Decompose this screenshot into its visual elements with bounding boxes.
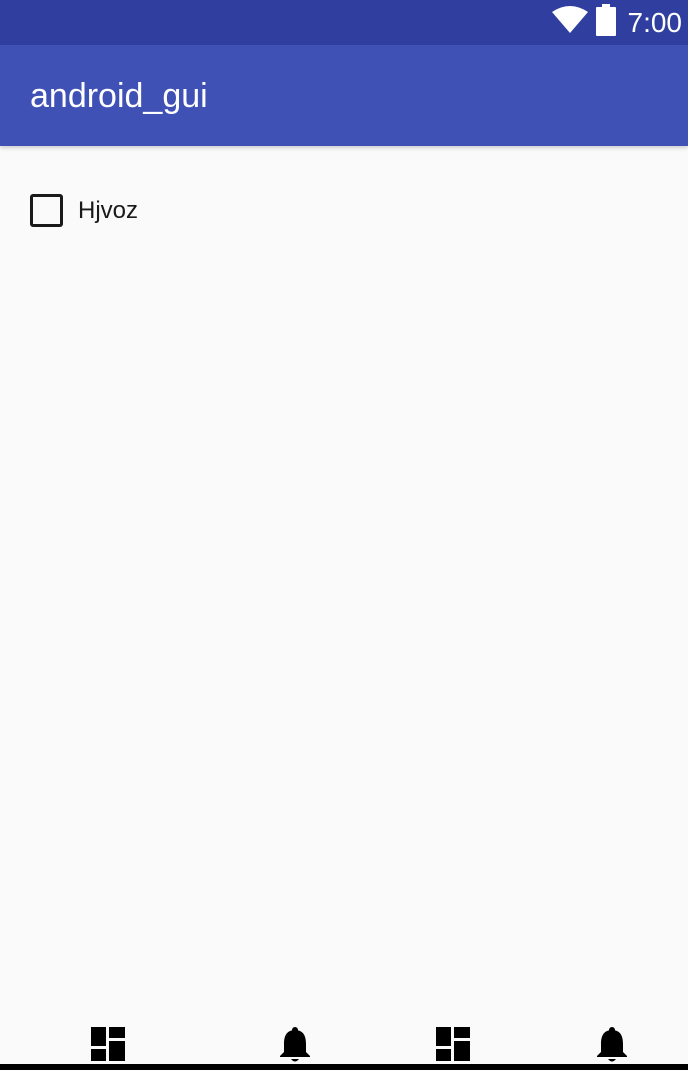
nav-item-notifications-1[interactable] xyxy=(277,1027,313,1063)
checkbox-label: Hjvoz xyxy=(78,196,139,224)
status-time: 7:00 xyxy=(627,7,683,38)
page-title: android_gui xyxy=(30,77,208,115)
app-bar: android_gui xyxy=(0,45,688,146)
status-bar: 7:00 xyxy=(0,0,688,45)
dashboard-icon xyxy=(436,1027,470,1066)
main-content: Hjvoz xyxy=(0,146,688,1016)
wifi-icon xyxy=(551,6,588,39)
screen: 7:00 android_gui Hjvoz xyxy=(0,0,688,1070)
bell-icon xyxy=(596,1027,628,1068)
bottom-divider xyxy=(0,1064,688,1070)
bottom-navigation xyxy=(0,1016,688,1064)
nav-item-dashboard-1[interactable] xyxy=(90,1027,126,1063)
dashboard-icon xyxy=(91,1027,125,1066)
bell-icon xyxy=(279,1027,311,1068)
checkbox-box[interactable] xyxy=(30,194,63,227)
checkbox-hjvoz[interactable]: Hjvoz xyxy=(30,194,138,227)
status-icons: 7:00 xyxy=(551,0,683,45)
nav-item-dashboard-2[interactable] xyxy=(435,1027,471,1063)
nav-item-notifications-2[interactable] xyxy=(594,1027,630,1063)
battery-icon xyxy=(595,4,616,41)
